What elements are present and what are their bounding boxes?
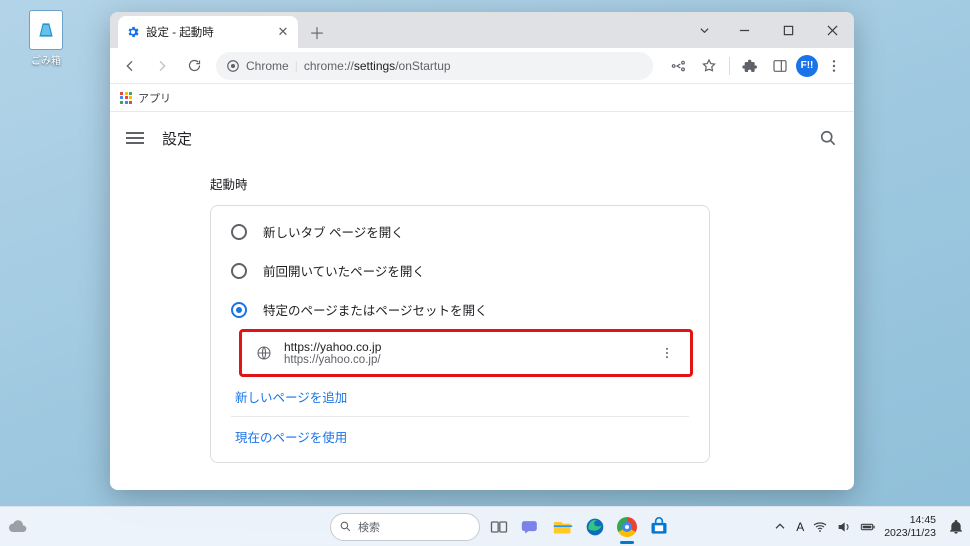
use-current-link: 現在のページを使用 (235, 431, 347, 445)
taskbar-search[interactable]: 検索 (330, 513, 480, 541)
taskbar-explorer-icon[interactable] (550, 514, 576, 540)
startup-options-card: 新しいタブ ページを開く 前回開いていたページを開く 特定のページまたはページセ… (210, 205, 710, 463)
weather-icon (8, 517, 28, 537)
tab-title: 設定 - 起動時 (146, 24, 214, 40)
address-prefix: Chrome (246, 59, 289, 73)
search-icon (339, 520, 352, 533)
option-label: 新しいタブ ページを開く (263, 222, 404, 241)
settings-content: 設定 起動時 新しいタブ ページを開く 前回開いていたページを開く (110, 112, 854, 490)
ime-indicator[interactable]: A (796, 520, 804, 534)
close-window-button[interactable] (810, 12, 854, 48)
minimize-button[interactable] (722, 12, 766, 48)
radio-icon (231, 224, 247, 240)
extensions-button[interactable] (736, 52, 764, 80)
option-continue[interactable]: 前回開いていたページを開く (211, 251, 709, 290)
recycle-bin-label: ごみ箱 (22, 52, 70, 67)
browser-tab[interactable]: 設定 - 起動時 ✕ (118, 16, 298, 48)
page-title: 設定 (162, 128, 192, 149)
taskbar-chrome-icon[interactable] (614, 514, 640, 540)
section-title: 起動時 (210, 174, 854, 193)
option-label: 前回開いていたページを開く (263, 261, 425, 280)
back-button[interactable] (116, 52, 144, 80)
startup-page-entry: https://yahoo.co.jp https://yahoo.co.jp/ (239, 329, 693, 377)
titlebar: 設定 - 起動時 ✕ ＋ (110, 12, 854, 48)
date-text: 2023/11/23 (884, 527, 936, 539)
browser-toolbar: Chrome | chrome://settings/onStartup (110, 48, 854, 84)
task-view-button[interactable] (486, 514, 512, 540)
apps-icon[interactable] (120, 92, 132, 104)
address-bar[interactable]: Chrome | chrome://settings/onStartup (216, 52, 653, 80)
profile-avatar[interactable]: F!! (796, 55, 818, 77)
option-label: 特定のページまたはページセットを開く (263, 300, 488, 319)
page-entry-url: https://yahoo.co.jp/ (284, 354, 381, 366)
battery-icon[interactable] (860, 519, 876, 535)
taskbar-center: 検索 (298, 513, 672, 541)
search-icon[interactable] (818, 128, 838, 148)
option-new-tab[interactable]: 新しいタブ ページを開く (211, 212, 709, 251)
add-page-link: 新しいページを追加 (235, 391, 347, 405)
chrome-icon (226, 59, 240, 73)
taskbar-clock[interactable]: 14:45 2023/11/23 (884, 514, 936, 538)
new-tab-button[interactable]: ＋ (304, 19, 330, 45)
bookmark-star-button[interactable] (695, 52, 723, 80)
page-entry-title: https://yahoo.co.jp (284, 340, 381, 354)
tab-close-icon[interactable]: ✕ (276, 25, 290, 39)
notification-icon[interactable] (948, 519, 964, 535)
use-current-row[interactable]: 現在のページを使用 (211, 417, 709, 456)
menu-icon[interactable] (126, 132, 144, 144)
maximize-button[interactable] (766, 12, 810, 48)
tab-overflow-button[interactable] (686, 12, 722, 48)
system-tray: A 14:45 2023/11/23 (772, 514, 964, 538)
forward-button[interactable] (148, 52, 176, 80)
taskbar-chat-icon[interactable] (518, 514, 544, 540)
page-entry-menu-button[interactable] (658, 344, 676, 362)
wifi-icon[interactable] (812, 519, 828, 535)
add-page-row[interactable]: 新しいページを追加 (211, 377, 709, 416)
recycle-bin[interactable]: ごみ箱 (22, 10, 70, 67)
window-controls (686, 12, 854, 48)
bookmarks-bar: アプリ (110, 84, 854, 112)
page-row[interactable]: https://yahoo.co.jp https://yahoo.co.jp/ (242, 332, 690, 374)
gear-icon (126, 25, 140, 39)
volume-icon[interactable] (836, 519, 852, 535)
option-specific-pages[interactable]: 特定のページまたはページセットを開く (211, 290, 709, 329)
settings-header: 設定 (110, 112, 854, 164)
side-panel-button[interactable] (766, 52, 794, 80)
taskbar-edge-icon[interactable] (582, 514, 608, 540)
chrome-window: 設定 - 起動時 ✕ ＋ Chrome (110, 12, 854, 490)
tray-chevron-icon[interactable] (772, 519, 788, 535)
radio-icon (231, 263, 247, 279)
apps-label[interactable]: アプリ (138, 90, 171, 106)
toolbar-right: F!! (665, 52, 848, 80)
chrome-menu-button[interactable] (820, 52, 848, 80)
taskbar-store-icon[interactable] (646, 514, 672, 540)
address-text: chrome://settings/onStartup (304, 59, 451, 73)
start-button[interactable] (298, 514, 324, 540)
search-placeholder: 検索 (358, 519, 380, 535)
radio-icon-selected (231, 302, 247, 318)
taskbar-widgets[interactable] (8, 517, 28, 537)
recycle-bin-icon (29, 10, 63, 50)
share-button[interactable] (665, 52, 693, 80)
reload-button[interactable] (180, 52, 208, 80)
taskbar: 検索 A 14:45 2023/11/23 (0, 506, 970, 546)
desktop: ごみ箱 設定 - 起動時 ✕ ＋ (0, 0, 970, 546)
globe-icon (256, 345, 272, 361)
time-text: 14:45 (884, 514, 936, 526)
